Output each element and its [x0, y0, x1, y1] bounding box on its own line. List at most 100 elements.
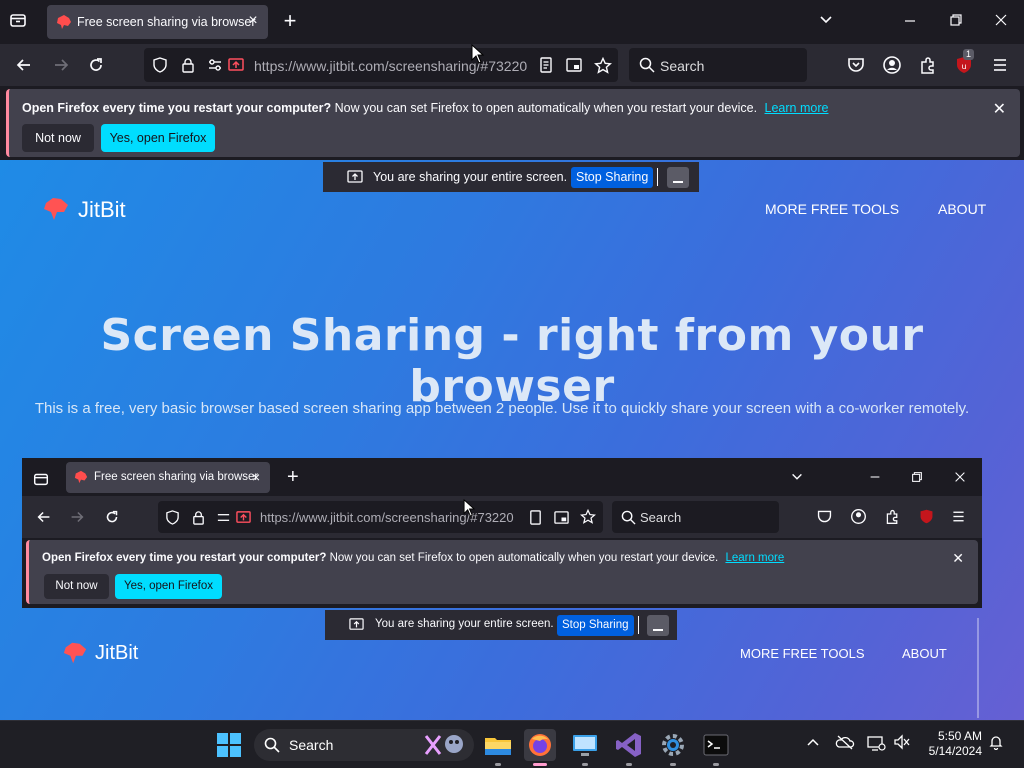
- preview-screen-sharing-indicator-icon: [236, 510, 251, 530]
- url-text: https://www.jitbit.com/screensharing/#73…: [254, 58, 528, 74]
- remote-desktop-icon[interactable]: [569, 729, 601, 761]
- running-indicator-active: [533, 763, 547, 766]
- bookmark-star-icon[interactable]: [594, 56, 612, 80]
- running-indicator: [713, 763, 719, 766]
- stop-sharing-button[interactable]: Stop Sharing: [571, 167, 654, 188]
- tab-list-icon[interactable]: [8, 10, 32, 34]
- logo-text: JitBit: [78, 197, 126, 222]
- preview-reader-view-icon: [528, 510, 543, 530]
- picture-in-picture-icon[interactable]: [566, 57, 582, 78]
- preview-url-text: https://www.jitbit.com/screensharing/#73…: [260, 510, 514, 525]
- back-arrow-icon[interactable]: [14, 55, 34, 75]
- page-subtitle: This is a free, very basic browser based…: [34, 400, 970, 417]
- divider: [657, 168, 658, 186]
- show-hidden-icons-chevron-icon[interactable]: [805, 734, 821, 755]
- preview-not-now-button: Not now: [44, 574, 109, 599]
- preview-yes-open-firefox-button: Yes, open Firefox: [115, 574, 222, 599]
- search-icon: [639, 57, 655, 78]
- jitbit-logo[interactable]: JitBit: [42, 195, 126, 229]
- reader-view-icon[interactable]: [538, 57, 554, 78]
- tab-active[interactable]: Free screen sharing via browser ×: [47, 5, 268, 39]
- permissions-icon[interactable]: [207, 57, 223, 78]
- clock-date: 5/14/2024: [928, 744, 982, 758]
- windows-start-icon[interactable]: [213, 729, 245, 761]
- tab-bar: Free screen sharing via browser × +: [0, 0, 1024, 44]
- preview-close-notification-icon: ✕: [952, 550, 964, 566]
- preview-account-icon: [850, 508, 867, 530]
- clock-time: 5:50 AM: [937, 729, 982, 743]
- forward-arrow-icon[interactable]: [51, 55, 71, 75]
- taskbar-search[interactable]: Search: [254, 729, 474, 761]
- menu-hamburger-icon[interactable]: [990, 55, 1010, 75]
- learn-more-link[interactable]: Learn more: [765, 101, 829, 115]
- preview-notification-bold-text: Open Firefox every time you restart your…: [42, 552, 327, 564]
- page-title: Screen Sharing - right from your browser: [100, 310, 924, 412]
- lock-icon[interactable]: [180, 57, 196, 78]
- nav-about[interactable]: ABOUT: [938, 201, 986, 217]
- firefox-taskbar-icon[interactable]: [524, 729, 556, 761]
- notification-bell-icon[interactable]: [988, 734, 1004, 755]
- preview-jitbit-logo: JitBit: [62, 640, 138, 672]
- search-bar[interactable]: Search: [629, 48, 807, 82]
- address-bar[interactable]: https://www.jitbit.com/screensharing/#73…: [144, 48, 618, 82]
- preview-chevron-icon: [790, 470, 804, 489]
- screen-sharing-indicator-icon[interactable]: [228, 57, 244, 78]
- preview-ublock-extension-icon: [918, 508, 935, 530]
- terminal-icon[interactable]: [700, 729, 732, 761]
- tracking-protection-shield-icon[interactable]: [152, 57, 168, 78]
- preview-lock-icon: [191, 510, 206, 530]
- account-icon[interactable]: [882, 55, 902, 75]
- nav-more-free-tools[interactable]: MORE FREE TOOLS: [765, 201, 899, 217]
- sharing-indicator-bar: You are sharing your entire screen. Stop…: [323, 162, 699, 192]
- preview-jitbit-favicon-icon: [74, 470, 88, 487]
- preview-scrollbar: [977, 618, 979, 718]
- visual-studio-icon[interactable]: [613, 729, 645, 761]
- minimize-icon[interactable]: [902, 12, 918, 33]
- network-icon[interactable]: [866, 734, 886, 757]
- pocket-icon[interactable]: [846, 55, 866, 75]
- preview-tab: Free screen sharing via browser ×: [66, 462, 270, 493]
- file-explorer-icon[interactable]: [482, 729, 514, 761]
- windows-taskbar: Search 5:50 AM 5/14/2024: [0, 720, 1024, 768]
- mouse-cursor-icon: [471, 43, 485, 69]
- preview-new-tab-icon: +: [287, 466, 299, 488]
- not-now-button[interactable]: Not now: [22, 124, 94, 152]
- onedrive-offline-icon[interactable]: [835, 734, 855, 755]
- preview-share-screen-icon: [349, 617, 364, 635]
- list-all-tabs-chevron-icon[interactable]: [818, 12, 834, 33]
- close-window-icon[interactable]: [993, 12, 1009, 33]
- preview-notification-text: Now you can set Firefox to open automati…: [329, 552, 719, 564]
- minimize-sharing-bar-button[interactable]: [667, 167, 689, 188]
- taskbar-search-icon: [264, 737, 280, 756]
- preview-nav-more-free-tools: MORE FREE TOOLS: [740, 646, 865, 661]
- preview-search-icon: [621, 510, 636, 530]
- extensions-puzzle-icon[interactable]: [918, 55, 938, 75]
- reload-icon[interactable]: [86, 55, 106, 75]
- preview-page-content: You are sharing your entire screen. Stop…: [0, 608, 1024, 720]
- preview-stop-sharing-button: Stop Sharing: [557, 615, 634, 636]
- preview-permissions-icon: [216, 510, 231, 530]
- preview-logo-text: JitBit: [95, 642, 139, 664]
- ublock-extension-icon[interactable]: u 1: [954, 49, 975, 75]
- preview-notification-message: Open Firefox every time you restart your…: [42, 552, 784, 564]
- settings-gear-icon[interactable]: [657, 729, 689, 761]
- new-tab-icon[interactable]: +: [281, 10, 299, 32]
- system-clock[interactable]: 5:50 AM 5/14/2024: [924, 729, 982, 759]
- preview-restore-icon: [910, 470, 924, 489]
- yes-open-firefox-button[interactable]: Yes, open Firefox: [101, 124, 215, 152]
- preview-navigation-toolbar: https://www.jitbit.com/screensharing/#73…: [22, 496, 982, 538]
- preview-shield-icon: [165, 510, 180, 530]
- close-notification-icon[interactable]: ✕: [993, 99, 1006, 119]
- preview-pocket-icon: [816, 508, 833, 530]
- close-tab-icon[interactable]: ×: [245, 13, 261, 29]
- preview-menu-hamburger-icon: [950, 508, 967, 530]
- preview-search-bar: Search: [612, 501, 779, 533]
- preview-back-arrow-icon: [35, 508, 53, 531]
- preview-close-window-icon: [953, 470, 967, 489]
- shared-screen-preview: Free screen sharing via browser × + http…: [22, 458, 982, 608]
- sharing-text: You are sharing your entire screen.: [373, 170, 568, 184]
- restore-icon[interactable]: [948, 12, 964, 33]
- page-content: You are sharing your entire screen. Stop…: [0, 160, 1024, 720]
- preview-bookmark-star-icon: [580, 508, 596, 530]
- volume-muted-icon[interactable]: [893, 734, 911, 755]
